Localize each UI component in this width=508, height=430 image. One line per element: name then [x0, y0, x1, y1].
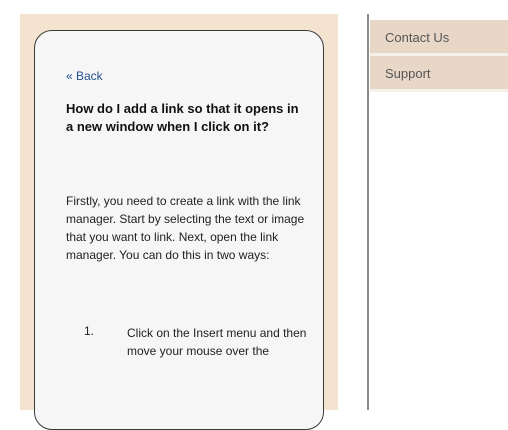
step-text: Click on the Insert menu and then move y… [127, 326, 307, 358]
help-question: How do I add a link so that it opens in … [66, 101, 299, 134]
vertical-divider [367, 14, 369, 410]
back-link[interactable]: « Back [66, 69, 103, 83]
help-answer: Firstly, you need to create a link with … [66, 194, 305, 262]
menu-item-contact-us[interactable]: Contact Us [370, 20, 508, 56]
step-number: 1. [84, 324, 95, 338]
side-menu: Contact Us Support [370, 20, 508, 92]
menu-item-support[interactable]: Support [370, 56, 508, 92]
